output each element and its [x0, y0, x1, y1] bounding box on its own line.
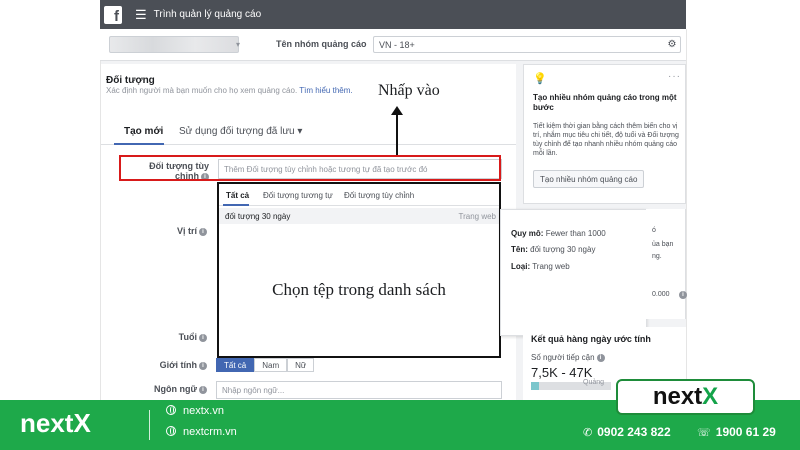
footer-link[interactable]: nextx.vn: [166, 405, 224, 417]
gender-label-text: Giới tính: [159, 360, 197, 370]
gender-selector: Tất cả Nam Nữ: [216, 358, 315, 372]
footer-logo: nextX: [20, 408, 91, 439]
footer-hotline[interactable]: ☏ 1900 61 29: [697, 425, 776, 439]
tooltip-size-label: Quy mô:: [511, 229, 544, 238]
logo-x: X: [73, 408, 91, 438]
tooltip-type-value: Trang web: [532, 262, 570, 271]
partial-text: ng.: [652, 253, 662, 260]
logo-x: X: [702, 383, 719, 410]
gear-icon[interactable]: ⚙: [663, 36, 681, 53]
info-icon[interactable]: i: [679, 291, 687, 299]
dropdown-tabs: Tất cả Đối tượng tương tự Đối tượng tùy …: [219, 184, 499, 206]
info-icon[interactable]: i: [199, 385, 207, 394]
app-title[interactable]: Trình quản lý quảng cáo: [154, 9, 261, 20]
lightbulb-icon: 💡: [533, 73, 547, 85]
reach-label: Số người tiếp cận i: [531, 353, 605, 362]
footer-divider: [149, 410, 150, 440]
learn-more-link[interactable]: Tìm hiểu thêm.: [299, 86, 352, 95]
globe-icon: [166, 405, 176, 415]
hotline-number: 1900 61 29: [715, 425, 776, 439]
logo-text: next: [652, 383, 703, 410]
gender-option-female[interactable]: Nữ: [287, 358, 315, 372]
active-tab-indicator: [114, 143, 164, 145]
adset-name-input[interactable]: VN - 18+: [373, 36, 681, 53]
audience-name: đối tượng 30 ngày: [225, 212, 291, 221]
dropdown-caption: Chọn tệp trong danh sách: [272, 280, 446, 299]
language-label: Ngôn ngữ i: [141, 384, 207, 394]
tooltip-size-value: Fewer than 1000: [545, 229, 606, 238]
phone-number: 0902 243 822: [597, 425, 671, 439]
language-label-text: Ngôn ngữ: [153, 384, 197, 394]
location-label: Vị trí i: [151, 226, 207, 236]
partial-text: ủa bạn: [652, 241, 674, 248]
reach-value: 7,5K - 47K: [531, 365, 593, 380]
audience-tabs: Tạo mới Sử dụng đối tượng đã lưu ▾: [101, 119, 516, 145]
globe-icon: [166, 426, 176, 436]
description-text: Xác định người mà bạn muốn cho họ xem qu…: [106, 86, 298, 95]
info-icon[interactable]: i: [199, 361, 207, 370]
gender-option-all[interactable]: Tất cả: [216, 358, 255, 372]
create-multiple-adsets-button[interactable]: Tạo nhiều nhóm quảng cáo: [533, 170, 645, 188]
footer-link-text: nextx.vn: [183, 405, 224, 417]
reach-label-text: Số người tiếp cận: [531, 353, 595, 362]
campaign-selector-blurred[interactable]: ▾: [109, 36, 241, 53]
tooltip-name: Tên: đối tượng 30 ngày: [511, 245, 595, 254]
footer-link[interactable]: nextcrm.vn: [166, 426, 237, 438]
hamburger-menu-icon[interactable]: ☰: [135, 7, 147, 23]
gender-option-male[interactable]: Nam: [254, 358, 288, 372]
facebook-logo-icon[interactable]: f: [104, 5, 122, 24]
age-label-text: Tuổi: [178, 332, 197, 342]
tab-saved-audience[interactable]: Sử dụng đối tượng đã lưu ▾: [179, 126, 302, 137]
phone-icon: ✆: [583, 427, 593, 439]
top-navigation-bar: f ☰ Trình quản lý quảng cáo: [100, 0, 686, 29]
location-label-text: Vị trí: [176, 226, 197, 236]
more-options-icon[interactable]: ···: [668, 71, 681, 82]
tooltip-type: Loại: Trang web: [511, 262, 570, 271]
annotation-text: Nhấp vào: [378, 82, 440, 99]
tooltip-name-value: đối tượng 30 ngày: [530, 245, 596, 254]
tip-card: 💡 ··· Tạo nhiều nhóm quảng cáo trong một…: [523, 64, 686, 204]
dropdown-tab-custom[interactable]: Đối tượng tùy chỉnh: [344, 191, 414, 200]
active-tab-indicator: [223, 204, 249, 206]
reach-bar-label: Quảng: [583, 379, 605, 386]
partial-text: ó: [652, 227, 656, 234]
partial-value: 0.000: [652, 291, 670, 298]
tab-create-new[interactable]: Tạo mới: [124, 126, 163, 137]
reach-bar-fill: [531, 382, 539, 390]
headset-icon: ☏: [697, 427, 711, 439]
audience-type: Trang web: [458, 212, 497, 221]
tooltip-name-label: Tên:: [511, 245, 528, 254]
footer-link-text: nextcrm.vn: [183, 426, 237, 438]
adset-header: ▾ Tên nhóm quảng cáo VN - 18+ ⚙: [100, 29, 686, 61]
tooltip-size: Quy mô: Fewer than 1000: [511, 229, 606, 238]
info-icon[interactable]: i: [199, 227, 207, 236]
age-label: Tuổi i: [151, 332, 207, 342]
frame-divider: [686, 29, 687, 400]
audience-tooltip: Quy mô: Fewer than 1000 Tên: đối tượng 3…: [500, 209, 647, 336]
annotation-arrow: [396, 113, 398, 155]
tip-card-title: Tạo nhiều nhóm quảng cáo trong một bước: [533, 93, 677, 112]
tip-card-description: Tiết kiệm thời gian bằng cách thêm biến …: [533, 123, 679, 157]
gender-label: Giới tính i: [141, 360, 207, 370]
tooltip-type-label: Loại:: [511, 262, 531, 271]
footer-phone[interactable]: ✆ 0902 243 822: [583, 425, 671, 439]
info-icon[interactable]: i: [199, 333, 207, 342]
dropdown-tab-lookalike[interactable]: Đối tượng tương tự: [263, 191, 333, 200]
dropdown-tab-all[interactable]: Tất cả: [226, 191, 249, 200]
logo-text: next: [20, 408, 74, 438]
nextx-badge-logo: nextX: [616, 379, 755, 415]
audience-dropdown: Tất cả Đối tượng tương tự Đối tượng tùy …: [217, 182, 501, 358]
audience-size-card-partial: ó ủa bạn ng. 0.000 i: [646, 209, 687, 319]
info-icon[interactable]: i: [596, 353, 605, 362]
section-description: Xác định người mà bạn muốn cho họ xem qu…: [106, 86, 353, 95]
language-input[interactable]: Nhập ngôn ngữ...: [216, 381, 502, 399]
section-title: Đối tượng: [106, 75, 155, 86]
results-title: Kết quả hàng ngày ước tính: [531, 334, 651, 344]
highlight-box: [119, 155, 501, 181]
chevron-down-icon: ▾: [236, 40, 241, 49]
list-item[interactable]: đối tượng 30 ngày Trang web: [219, 208, 499, 224]
adset-name-label: Tên nhóm quảng cáo: [276, 39, 367, 49]
